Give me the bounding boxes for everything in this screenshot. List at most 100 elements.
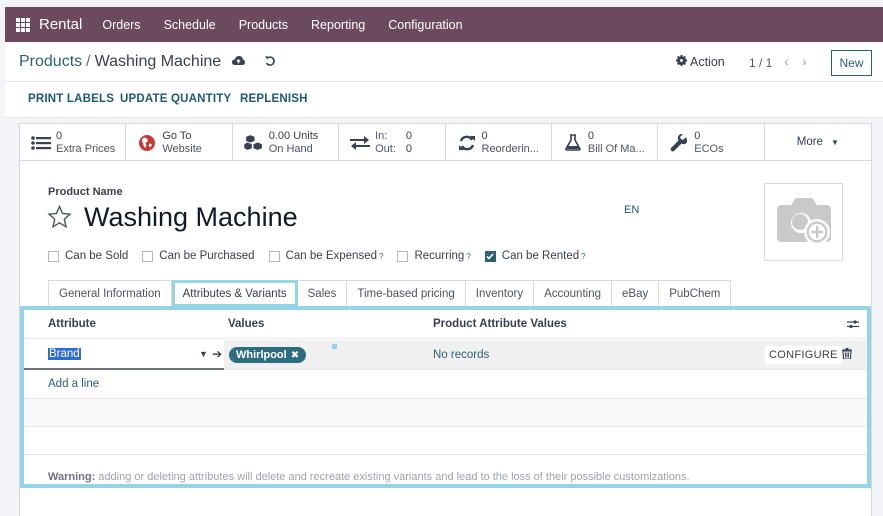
exchange-icon <box>349 135 371 150</box>
checkbox-box[interactable] <box>397 250 409 262</box>
help-tooltip-icon[interactable]: ? <box>466 252 470 261</box>
ecos-count: 0 <box>694 129 701 142</box>
menu-reporting[interactable]: Reporting <box>311 18 365 32</box>
extra-prices-button[interactable]: 0 Extra Prices <box>20 124 127 161</box>
trash-icon[interactable] <box>842 348 852 362</box>
replenish-button[interactable]: REPLENISH <box>240 93 308 105</box>
breadcrumb-products[interactable]: Products <box>19 53 82 70</box>
favorite-star-icon[interactable] <box>47 204 72 232</box>
menu-schedule[interactable]: Schedule <box>164 18 216 32</box>
checkbox-box[interactable] <box>142 250 154 262</box>
menu-configuration[interactable]: Configuration <box>388 18 462 32</box>
recurring-checkbox[interactable]: Recurring? <box>397 250 471 262</box>
empty-row <box>24 399 867 427</box>
ecos-button[interactable]: 0 ECOs <box>658 124 765 161</box>
warning-text: adding or deleting attributes will delet… <box>95 471 690 483</box>
out-value: 0 <box>405 142 413 155</box>
empty-row <box>24 427 867 455</box>
camera-plus-icon <box>776 198 831 245</box>
app-name[interactable]: Rental <box>39 16 82 33</box>
flask-icon <box>562 134 584 151</box>
control-panel: Products / Washing Machine Action 1 / 1 ‹ … <box>5 42 883 82</box>
column-product-attribute-values[interactable]: Product Attribute Values <box>433 318 567 330</box>
bill-of-materials-button[interactable]: 0 Bill Of Ma... <box>552 124 659 161</box>
product-attribute-values-empty: No records <box>433 349 490 361</box>
form-action-bar: PRINT LABELS UPDATE QUANTITY REPLENISH <box>5 82 883 118</box>
dropdown-caret-icon[interactable]: ▼ <box>199 349 208 359</box>
notebook-tabs: General Information Attributes & Variant… <box>48 280 732 307</box>
remove-tag-icon[interactable]: ✖ <box>291 350 299 361</box>
can-be-expensed-checkbox[interactable]: Can be Expensed? <box>268 250 383 262</box>
checkbox-label: Can be Expensed <box>285 250 377 262</box>
pager-value[interactable]: 1 / 1 <box>749 56 772 70</box>
ecos-label: ECOs <box>694 142 724 155</box>
refresh-icon <box>456 135 478 151</box>
tab-inventory[interactable]: Inventory <box>465 280 535 306</box>
value-tag: Whirlpool ✖ <box>229 347 307 363</box>
go-to-website-button[interactable]: Go To Website <box>126 124 233 161</box>
attributes-table-header: Attribute Values Product Attribute Value… <box>24 310 867 339</box>
tab-attributes-variants[interactable]: Attributes & Variants <box>171 280 298 307</box>
checkbox-label: Can be Purchased <box>159 250 255 262</box>
top-navbar: Rental Orders Schedule Products Reportin… <box>5 7 883 42</box>
pager-previous-icon[interactable]: ‹ <box>784 53 789 69</box>
bom-count: 0 <box>587 129 594 142</box>
help-tooltip-icon[interactable]: ? <box>581 252 585 261</box>
breadcrumb: Products / Washing Machine <box>19 53 221 71</box>
help-tooltip-icon[interactable]: ? <box>379 252 383 261</box>
extra-prices-count: 0 <box>56 129 63 142</box>
tab-sales[interactable]: Sales <box>297 280 348 306</box>
out-label: Out: <box>375 142 396 155</box>
column-values[interactable]: Values <box>228 318 264 330</box>
language-button[interactable]: EN <box>624 204 639 216</box>
extra-prices-label: Extra Prices <box>56 142 116 155</box>
main-panel: Products / Washing Machine Action 1 / 1 ‹ … <box>5 42 883 516</box>
new-button[interactable]: New <box>831 50 872 76</box>
checkbox-box[interactable] <box>268 250 280 262</box>
internal-link-arrow-icon[interactable]: ➔ <box>212 347 222 361</box>
caret-down-icon: ▼ <box>830 138 839 147</box>
can-be-sold-checkbox[interactable]: Can be Sold <box>48 250 128 262</box>
checkbox-box-checked[interactable] <box>484 250 496 262</box>
tab-time-based-pricing[interactable]: Time-based pricing <box>347 280 466 306</box>
menu-products[interactable]: Products <box>239 18 288 32</box>
tab-general-information[interactable]: General Information <box>48 280 172 306</box>
in-label: In: <box>375 129 388 142</box>
product-image-upload[interactable] <box>764 183 843 261</box>
attribute-select-input[interactable]: Brand ▼ <box>24 340 224 370</box>
on-hand-button[interactable]: 0.00 Units On Hand <box>233 124 340 161</box>
table-row[interactable]: Brand ▼ ➔ Whirlpool ✖ No records CONFIGU… <box>24 340 867 370</box>
discard-undo-icon[interactable] <box>264 55 276 70</box>
apps-menu-icon[interactable] <box>16 17 30 32</box>
menu-orders[interactable]: Orders <box>102 18 140 32</box>
checkbox-label: Recurring <box>414 250 465 262</box>
configure-button[interactable]: CONFIGURE <box>765 346 842 364</box>
tab-ebay[interactable]: eBay <box>612 280 660 306</box>
pager-next-icon[interactable]: › <box>802 53 807 69</box>
on-hand-label: On Hand <box>268 142 313 155</box>
product-name-input[interactable]: Washing Machine <box>84 202 298 233</box>
optional-columns-sliders-icon[interactable] <box>847 318 859 333</box>
more-button[interactable]: More ▼ <box>765 124 871 161</box>
reordering-rules-button[interactable]: 0 Reorderin... <box>446 124 552 161</box>
go-to-label: Go To <box>162 129 192 142</box>
print-labels-button[interactable]: PRINT LABELS <box>28 93 114 105</box>
cubes-icon <box>243 133 265 153</box>
warning-label: Warning: <box>48 471 96 483</box>
tab-pubchem[interactable]: PubChem <box>659 280 732 306</box>
cursor-marker <box>332 344 337 349</box>
more-label: More <box>796 136 823 148</box>
tab-accounting[interactable]: Accounting <box>534 280 612 306</box>
attribute-value[interactable]: Brand <box>48 348 81 360</box>
list-icon <box>30 135 52 151</box>
update-quantity-button[interactable]: UPDATE QUANTITY <box>120 93 231 105</box>
can-be-rented-checkbox[interactable]: Can be Rented? <box>484 250 586 262</box>
column-attribute[interactable]: Attribute <box>48 318 96 330</box>
action-button[interactable]: Action <box>676 55 725 69</box>
can-be-purchased-checkbox[interactable]: Can be Purchased <box>142 250 255 262</box>
empty-row <box>24 370 867 399</box>
save-cloud-icon[interactable] <box>232 55 245 69</box>
checkbox-label: Can be Rented <box>501 250 580 262</box>
checkbox-box[interactable] <box>48 250 59 262</box>
in-out-button[interactable]: In: 0 Out: 0 <box>339 124 446 161</box>
